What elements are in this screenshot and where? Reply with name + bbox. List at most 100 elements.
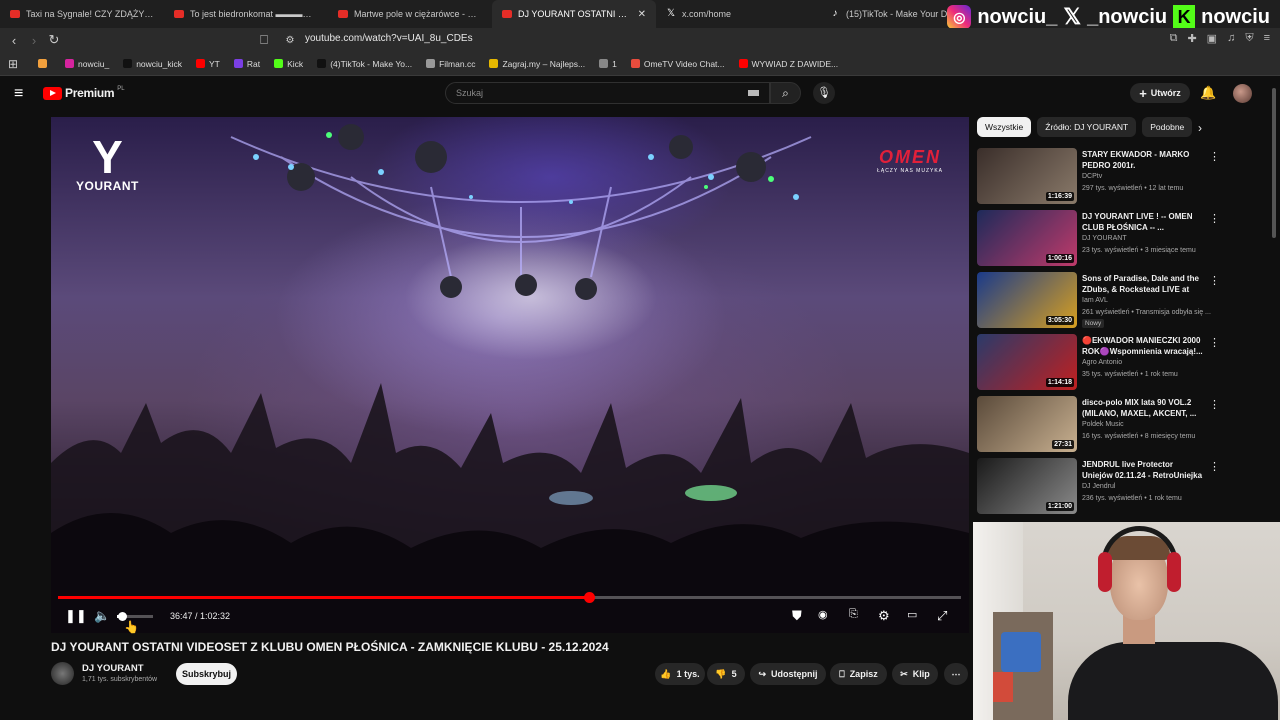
channel-name[interactable]: DJ YOURANT (82, 663, 144, 674)
bookmark-item[interactable]: Rat (233, 59, 260, 69)
bookmark-item[interactable]: Zagraj.my – Najleps... (489, 59, 585, 69)
bookmark-item[interactable]: nowciu_kick (123, 59, 182, 69)
seek-bar[interactable] (58, 592, 961, 603)
recommended-video[interactable]: 1:00:16 DJ YOURANT LIVE ! -- OMEN CLUB PŁ… (977, 210, 1227, 268)
video-title[interactable]: disco-polo MIX lata 90 VOL.2 (MILANO, MA… (1082, 397, 1204, 419)
bookmark-item[interactable]: (4)TikTok - Make Yo... (317, 59, 412, 69)
video-title[interactable]: Sons of Paradise, Dale and the ZDubs, & … (1082, 273, 1204, 295)
theater-mode-icon[interactable]: ▭ (907, 608, 917, 621)
bookmark-item[interactable]: Kick (274, 59, 303, 69)
voice-search-button[interactable]: 🎙 (813, 82, 835, 104)
forward-icon[interactable]: › (24, 33, 44, 48)
streamer-webcam (973, 522, 1280, 720)
share-button[interactable]: ↪ Udostępnij (750, 663, 826, 685)
filter-chip[interactable]: Źródło: DJ YOURANT (1037, 117, 1137, 137)
mouse-cursor-icon: 👆 (124, 620, 139, 634)
chevron-right-icon[interactable]: › (1198, 121, 1202, 135)
crowd-silhouette (51, 383, 969, 633)
create-button[interactable]: + Utwórz (1130, 83, 1190, 103)
search-input[interactable]: Szukaj (445, 82, 770, 104)
volume-icon[interactable]: 🔈 (94, 608, 110, 624)
browser-tab[interactable]: 𝕏x.com/home (656, 0, 820, 28)
fullscreen-icon[interactable]: ⤢ (937, 608, 947, 624)
hamburger-menu-icon[interactable]: ≡ (14, 85, 23, 103)
subtitles-icon[interactable]: ⎘ (849, 608, 858, 621)
bookmark-favicon-icon (738, 59, 748, 68)
window-icon[interactable]: ▣ (1207, 32, 1217, 45)
seek-handle[interactable] (583, 592, 595, 603)
subscribe-button[interactable]: Subskrybuj (176, 663, 237, 685)
bookmark-item[interactable]: Filman.cc (426, 59, 475, 69)
more-vertical-icon[interactable]: ⋮ (1209, 212, 1220, 225)
video-title[interactable]: 🔴EKWADOR MANIECZKI 2000 ROK🟣Wspomnienia … (1082, 335, 1204, 357)
save-button[interactable]: ⎕ Zapisz (830, 663, 887, 685)
youtube-logo[interactable]: Premium PL (43, 86, 125, 100)
site-info-icon[interactable]: ⚙ (280, 35, 300, 46)
channel-avatar[interactable] (51, 662, 74, 685)
page-scrollbar[interactable] (1272, 88, 1276, 238)
video-player[interactable]: Y YOURANT OMEN ŁĄCZY NAS MUZYKA (51, 117, 969, 633)
clip-button[interactable]: ✂ Klip (892, 663, 938, 685)
more-vertical-icon[interactable]: ⋮ (1209, 398, 1220, 411)
share-label: Udostępnij (771, 669, 818, 679)
recommended-video[interactable]: 1:14:18 🔴EKWADOR MANIECZKI 2000 ROK🟣Wspom… (977, 334, 1227, 392)
close-tab-icon[interactable]: ✕ (638, 9, 646, 20)
bookmark-item[interactable]: 1 (599, 59, 617, 69)
filter-chip[interactable]: Podobne (1142, 117, 1193, 137)
extension-icon[interactable]: ⧉ (1170, 32, 1178, 45)
pause-icon[interactable]: ❚❚ (65, 608, 87, 624)
bookmark-item[interactable]: WYWIAD Z DAWIDE... (738, 59, 838, 69)
more-actions-button[interactable]: ⋯ (944, 663, 968, 685)
keyboard-icon[interactable] (748, 90, 759, 96)
browser-tab[interactable]: To jest biedronkomat ▬▬▬▬▬ (164, 0, 328, 28)
sponsorblock-icon[interactable]: ⛊ (792, 608, 802, 624)
video-thumbnail[interactable]: 1:00:16 (977, 210, 1077, 266)
menu-icon[interactable]: ≡ (1264, 32, 1270, 45)
like-button[interactable]: 👍 1 tys. (655, 663, 705, 685)
bookmarks-bar: ⊞ nowciu_ nowciu_kick YT Rat Kick (4)TikTok -… (0, 52, 1280, 76)
video-thumbnail[interactable]: 1:21:00 (977, 458, 1077, 514)
recommended-video[interactable]: 1:16:39 STARY EKWADOR - MARKO PEDRO 2001r… (977, 148, 1227, 206)
browser-tab[interactable]: Taxi na Sygnale! CZY ZDĄŻYMY NA C (0, 0, 164, 28)
recommended-video[interactable]: 27:31 disco-polo MIX lata 90 VOL.2 (MILAN… (977, 396, 1227, 454)
video-thumbnail[interactable]: 1:14:18 (977, 334, 1077, 390)
notifications-bell-icon[interactable]: 🔔 (1200, 85, 1216, 101)
video-thumbnail[interactable]: 1:16:39 (977, 148, 1077, 204)
reload-icon[interactable]: ↻ (44, 32, 64, 48)
video-thumbnail[interactable]: 3:05:30 (977, 272, 1077, 328)
browser-tab[interactable]: DJ YOURANT OSTATNI VIDEO ✕ (492, 0, 656, 28)
bookmark-item[interactable] (38, 59, 51, 68)
bookmark-item[interactable]: nowciu_ (65, 59, 109, 69)
video-title[interactable]: STARY EKWADOR - MARKO PEDRO 2001r. (1082, 149, 1204, 171)
omen-logo-text: OMEN (879, 147, 942, 167)
bookmark-icon[interactable]: ⎕ (254, 32, 274, 48)
video-title[interactable]: DJ YOURANT LIVE ! -- OMEN CLUB PŁOŚNICA … (1082, 211, 1204, 233)
search-icon: ⌕ (782, 86, 789, 100)
shield-icon[interactable]: ⛨ (1245, 32, 1253, 45)
dislike-button[interactable]: 👎 5 (707, 663, 745, 685)
more-vertical-icon[interactable]: ⋮ (1209, 150, 1220, 163)
bookmark-item[interactable]: OmeTV Video Chat... (630, 59, 725, 69)
back-icon[interactable]: ‹ (4, 33, 24, 48)
volume-slider[interactable] (117, 612, 153, 621)
apps-icon[interactable]: ⊞ (8, 57, 18, 71)
video-title[interactable]: JENDRUL live Protector Uniejów 02.11.24 … (1082, 459, 1204, 481)
avatar[interactable] (1233, 84, 1252, 103)
recommended-video[interactable]: 3:05:30 Sons of Paradise, Dale and the ZD… (977, 272, 1227, 330)
search-button[interactable]: ⌕ (770, 82, 801, 104)
settings-gear-icon[interactable]: ⚙ (878, 608, 890, 624)
bookmark-label: Zagraj.my – Najleps... (502, 58, 586, 69)
url-field[interactable]: youtube.com/watch?v=UAI_8u_CDEs (305, 33, 473, 44)
bookmark-item[interactable]: YT (196, 59, 220, 69)
filter-chip[interactable]: Wszystkie (977, 117, 1032, 137)
more-vertical-icon[interactable]: ⋮ (1209, 460, 1220, 473)
bookmark-label: (4)TikTok - Make Yo... (330, 58, 413, 69)
more-vertical-icon[interactable]: ⋮ (1209, 336, 1220, 349)
recommended-video[interactable]: 1:21:00 JENDRUL live Protector Uniejów 02… (977, 458, 1227, 516)
autoplay-toggle-icon[interactable]: ◉ (818, 608, 828, 621)
music-icon[interactable]: ♫ (1227, 32, 1235, 45)
browser-tab[interactable]: Martwe pole w ciężarówce - w pr (328, 0, 492, 28)
video-thumbnail[interactable]: 27:31 (977, 396, 1077, 452)
more-vertical-icon[interactable]: ⋮ (1209, 274, 1220, 287)
puzzle-icon[interactable]: ✚ (1187, 32, 1196, 45)
